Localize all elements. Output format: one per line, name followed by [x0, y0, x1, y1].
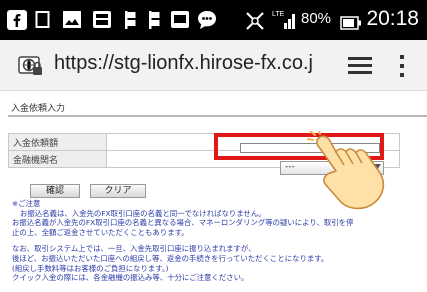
note-line: なお、取引システム上では、一旦、入金先取引口座に振り込まれますが、	[12, 244, 256, 254]
confirm-button[interactable]: 確認	[30, 184, 80, 198]
status-bar: LTE 80% 20:18	[0, 0, 427, 40]
flag-icon	[149, 11, 160, 29]
gallery-icon	[63, 11, 81, 28]
note-line: 止の上、全額ご返金させていただくこともあります。	[12, 227, 189, 237]
clear-button[interactable]: クリア	[90, 184, 146, 198]
amount-label: 入金依頼額	[8, 133, 107, 151]
flag-icon	[125, 11, 136, 29]
note-line: (組戻し手数料等はお客様のご負担になります。)	[12, 263, 169, 273]
app-icon	[93, 11, 111, 28]
url-text[interactable]: https://stg-lionfx.hirose-fx.co.j	[54, 52, 313, 75]
notification-icon	[35, 11, 50, 28]
bubble-icon	[198, 11, 216, 29]
bank-label: 金融機関名	[8, 150, 107, 168]
chat-icon	[171, 11, 189, 28]
clock: 20:18	[366, 7, 419, 30]
bank-select-value: ---	[285, 162, 295, 172]
menu-icon[interactable]	[348, 57, 372, 75]
battery-icon	[340, 16, 361, 30]
battery-percent: 80%	[301, 10, 332, 27]
site-info-icon[interactable]	[18, 54, 44, 78]
page-title: 入金依頼入力	[11, 104, 66, 114]
pointing-hand-icon	[307, 131, 385, 210]
vibrate-icon	[246, 12, 264, 30]
overflow-menu-icon[interactable]	[398, 54, 406, 78]
browser-url-bar: https://stg-lionfx.hirose-fx.co.j	[0, 40, 427, 91]
signal-icon: LTE	[272, 11, 295, 29]
note-line: クイック入金の際には、各金融機の振込み等、十分にご注意ください。	[12, 273, 249, 283]
facebook-icon	[7, 10, 27, 30]
note-line: お振込名義が入金先のFX取引口座の名義と異なる場合、マネーロンダリング等の疑いに…	[12, 218, 354, 228]
web-page: 入金依頼入力 入金依頼額 金融機関名 --- 確認 クリア ※ご注意 お振込名義…	[0, 91, 427, 292]
notes: ※ご注意 お振込名義は、入金先のFX取引口座の名義と同一でなければなりません。 …	[12, 199, 422, 283]
svg-text:LTE: LTE	[272, 11, 285, 18]
note-line: 後ほど、お振込いただいた口座への組戻し等、返金の手続きを行っていただくことになり…	[12, 253, 329, 263]
page-header: 入金依頼入力	[8, 99, 427, 117]
